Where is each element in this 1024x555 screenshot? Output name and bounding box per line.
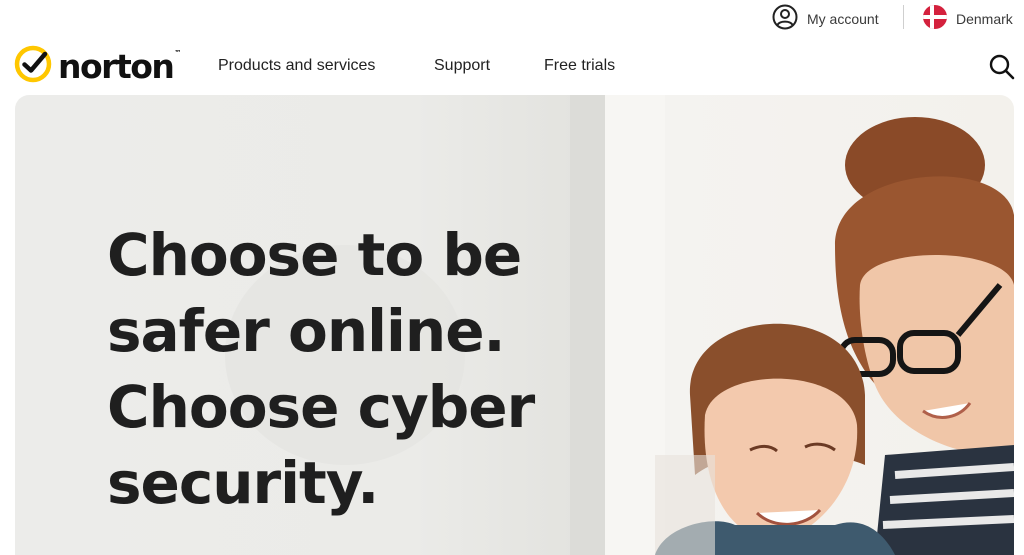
- utility-bar: My account Denmark: [0, 0, 1024, 38]
- norton-logo[interactable]: norton™: [14, 45, 181, 88]
- hero-banner: Choose to be safer online. Choose cyber …: [15, 95, 1014, 555]
- my-account-label: My account: [807, 11, 879, 27]
- main-navigation: norton™ Products and services Support Fr…: [0, 38, 1024, 94]
- hero-headline-line: Choose cyber: [107, 373, 535, 441]
- my-account-link[interactable]: My account: [772, 4, 879, 35]
- denmark-flag-icon: [922, 4, 948, 35]
- nav-free-trials[interactable]: Free trials: [544, 57, 615, 75]
- hero-headline-line: security.: [107, 449, 379, 517]
- nav-support[interactable]: Support: [434, 57, 490, 75]
- checkmark-logo-icon: [14, 45, 52, 88]
- search-icon[interactable]: [988, 53, 1016, 81]
- hero-headline-line: safer online.: [107, 297, 506, 365]
- country-selector[interactable]: Denmark: [922, 4, 1013, 35]
- nav-products-and-services[interactable]: Products and services: [218, 57, 375, 75]
- hero-headline-line: Choose to be: [107, 221, 522, 289]
- country-label: Denmark: [956, 11, 1013, 27]
- user-circle-icon: [772, 4, 798, 35]
- divider: [903, 5, 904, 29]
- logo-text: norton™: [58, 46, 181, 86]
- hero-headline: Choose to be safer online. Choose cyber …: [107, 217, 607, 521]
